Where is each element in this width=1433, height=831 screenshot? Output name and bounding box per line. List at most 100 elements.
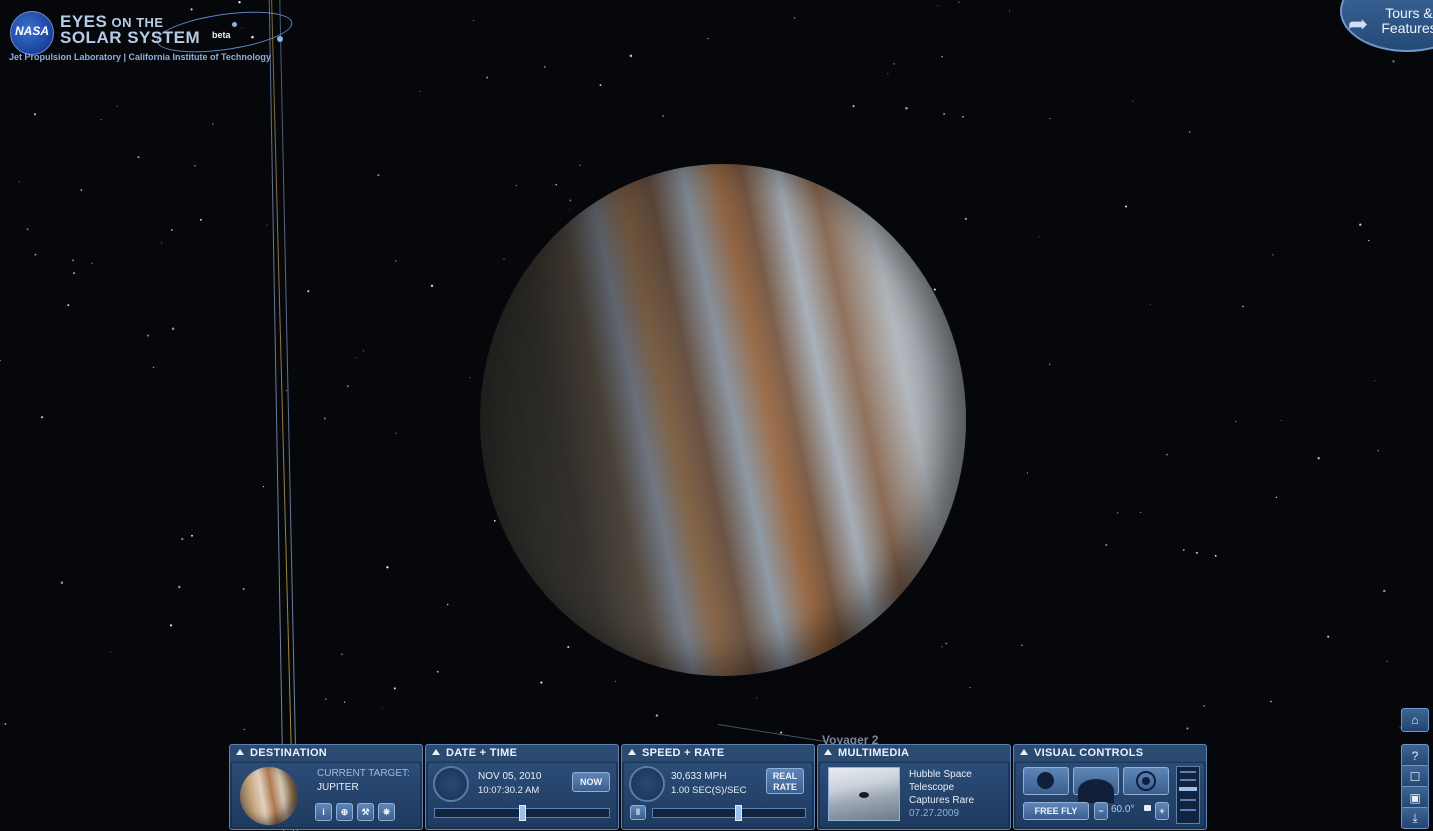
fov-minus-button[interactable]: − — [1094, 802, 1108, 820]
current-target-label: CURRENT TARGET: — [317, 768, 410, 779]
multimedia-title-line1[interactable]: Hubble Space — [909, 769, 972, 780]
star — [1386, 660, 1388, 662]
star — [1021, 644, 1023, 647]
lock-icon[interactable] — [1144, 805, 1151, 811]
star — [343, 701, 346, 703]
multimedia-thumbnail[interactable] — [828, 767, 900, 821]
star — [181, 537, 184, 541]
organization-line: Jet Propulsion Laboratory | California I… — [9, 52, 271, 62]
star — [852, 105, 855, 108]
jupiter-thumbnail[interactable] — [240, 767, 298, 825]
time-slider-thumb[interactable] — [519, 805, 526, 821]
download-button[interactable]: ⤓ — [1401, 807, 1429, 829]
tours-label-line1: Tours & — [1385, 5, 1433, 21]
rate-slider-thumb[interactable] — [735, 805, 742, 821]
star — [1049, 117, 1051, 120]
star — [1392, 60, 1395, 63]
destination-title: DESTINATION — [250, 747, 328, 759]
star — [262, 485, 265, 488]
tools-button[interactable]: ⚒ — [357, 803, 374, 821]
star — [325, 698, 327, 700]
jupiter-planet[interactable] — [480, 164, 966, 676]
speed-panel-header[interactable]: SPEED + RATE — [622, 745, 814, 761]
orbit-dot-icon — [232, 22, 237, 27]
star — [1368, 239, 1370, 242]
star — [486, 76, 489, 79]
visual-body: FREE FLY − 60.0° + — [1016, 763, 1204, 827]
star — [67, 304, 70, 307]
star — [905, 107, 908, 110]
star — [80, 189, 83, 191]
info-button[interactable]: i — [315, 803, 332, 821]
star — [964, 217, 968, 221]
star — [1188, 131, 1191, 133]
star — [0, 359, 2, 362]
multimedia-panel-header[interactable]: MULTIMEDIA — [818, 745, 1010, 761]
star — [543, 66, 546, 68]
star — [354, 356, 356, 358]
beta-tag: beta — [212, 30, 231, 40]
nasa-logo: NASA — [10, 11, 54, 55]
star — [893, 63, 895, 65]
star — [26, 228, 29, 231]
multimedia-title-line2[interactable]: Telescope — [909, 782, 954, 793]
star — [599, 84, 602, 87]
datetime-panel-header[interactable]: DATE + TIME — [426, 745, 618, 761]
eyes-logo[interactable]: NASA EYES ON THE SOLAR SYSTEM beta Jet P… — [6, 4, 296, 66]
orbit-dot-icon — [277, 36, 283, 42]
time-value: 10:07:30.2 AM — [478, 785, 540, 796]
real-rate-line2: RATE — [773, 782, 797, 792]
real-rate-line1: REAL — [772, 771, 798, 781]
star — [60, 581, 64, 584]
star — [1195, 551, 1198, 554]
horizon-view-button[interactable] — [1073, 767, 1119, 803]
rate-slider[interactable] — [652, 808, 806, 818]
speed-title: SPEED + RATE — [642, 747, 725, 759]
now-button[interactable]: NOW — [572, 772, 610, 792]
star — [555, 184, 557, 186]
pause-button[interactable]: ‖ — [630, 805, 646, 820]
star — [941, 646, 943, 648]
visual-panel-header[interactable]: VISUAL CONTROLS — [1014, 745, 1206, 761]
star — [569, 209, 571, 211]
home-button[interactable]: ⌂ — [1401, 708, 1429, 732]
star — [958, 1, 960, 3]
star — [446, 603, 449, 606]
zoom-slider[interactable] — [1176, 766, 1200, 824]
zoom-slider-thumb[interactable] — [1179, 787, 1197, 791]
star — [1327, 635, 1330, 638]
star — [540, 681, 543, 684]
star — [1048, 363, 1051, 365]
star — [100, 119, 102, 120]
tours-label-line2: Features — [1381, 20, 1433, 36]
orbit-view-button[interactable] — [1123, 767, 1169, 795]
multimedia-title: MULTIMEDIA — [838, 747, 910, 759]
settings-button[interactable]: ✵ — [378, 803, 395, 821]
star — [756, 697, 758, 699]
multimedia-title-line3[interactable]: Captures Rare — [909, 795, 974, 806]
star — [34, 253, 37, 256]
horizon-icon — [1078, 779, 1114, 803]
star — [1235, 420, 1237, 423]
star — [419, 90, 421, 93]
star — [386, 566, 389, 569]
clock-icon — [433, 766, 469, 802]
star — [567, 645, 570, 649]
star — [969, 687, 971, 689]
free-fly-button[interactable]: FREE FLY — [1023, 802, 1089, 820]
star — [794, 17, 796, 19]
destination-panel-header[interactable]: DESTINATION — [230, 745, 422, 761]
star — [152, 366, 155, 369]
star — [655, 714, 659, 717]
target-button[interactable]: ⊕ — [336, 803, 353, 821]
star — [191, 534, 193, 537]
fov-plus-button[interactable]: + — [1155, 802, 1169, 820]
expand-arrow-icon — [628, 749, 636, 755]
star — [662, 115, 664, 117]
real-rate-button[interactable]: REAL RATE — [766, 768, 804, 794]
visual-controls-panel: VISUAL CONTROLS FREE FLY − 60.0° + — [1013, 744, 1207, 830]
sphere-view-button[interactable] — [1023, 767, 1069, 795]
star — [614, 680, 617, 682]
star — [937, 5, 939, 7]
datetime-body: NOV 05, 2010 10:07:30.2 AM NOW — [428, 763, 616, 827]
